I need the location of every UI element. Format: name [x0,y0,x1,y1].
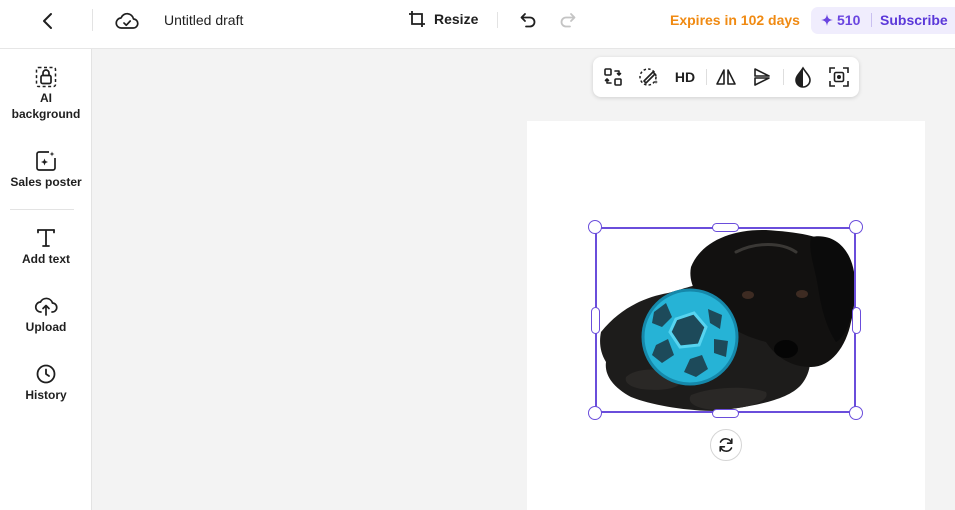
divider [497,12,498,28]
undo-button[interactable] [517,9,539,31]
ai-background-icon [34,65,58,89]
subscribe-button[interactable]: Subscribe [880,12,948,28]
resize-icon [409,11,425,27]
sidebar-item-label: AI background [11,91,81,121]
history-icon [34,362,58,386]
expiry-notice: Expires in 102 days [670,12,800,28]
rotate-icon [719,438,733,452]
remove-background-button[interactable] [637,65,661,89]
sales-poster-icon [34,149,58,173]
cloud-save-button[interactable] [114,8,140,34]
flip-horizontal-icon [716,69,736,85]
resize-handle-top[interactable] [712,223,739,232]
resize-handle-top-right[interactable] [849,220,863,234]
cloud-check-icon [115,12,139,29]
divider [871,13,872,27]
upload-icon [34,294,58,318]
flip-vertical-icon [754,68,770,86]
image-toolbar: HD [593,57,859,97]
sidebar-item-upload[interactable]: Upload [0,294,92,335]
rotate-button[interactable] [710,429,742,461]
divider [92,9,93,31]
selection-frame[interactable] [595,227,856,413]
sidebar-item-sales-poster[interactable]: Sales poster [0,149,92,190]
undo-icon [520,13,536,28]
resize-button[interactable]: Resize [407,9,478,29]
sidebar-item-add-text[interactable]: Add text [0,226,92,267]
resize-handle-top-left[interactable] [588,220,602,234]
text-icon [34,226,58,250]
sidebar-item-ai-background[interactable]: AI background [0,65,92,122]
crop-icon [829,67,849,87]
resize-handle-bottom-left[interactable] [588,406,602,420]
sidebar-item-label: Add text [22,252,70,266]
sidebar-item-label: History [25,388,67,402]
divider [706,69,707,85]
flip-horizontal-button[interactable] [714,65,738,89]
resize-label: Resize [434,11,479,27]
replace-icon [604,68,622,86]
flip-vertical-button[interactable] [750,65,774,89]
left-sidebar: AI background Sales poster Add text Uplo… [0,49,92,510]
resize-handle-right[interactable] [852,307,861,334]
resize-handle-left[interactable] [591,307,600,334]
opacity-button[interactable] [791,65,815,89]
divider [783,69,784,85]
redo-icon [560,13,576,28]
resize-handle-bottom-right[interactable] [849,406,863,420]
top-bar: Untitled draft Resize Expires in 102 day… [0,0,955,49]
sidebar-item-label: Upload [25,320,67,334]
sparkle-icon [821,14,833,26]
sidebar-divider [10,209,74,210]
back-button[interactable] [36,9,60,33]
document-title[interactable]: Untitled draft [164,12,243,28]
sidebar-item-label: Sales poster [10,175,82,189]
crop-button[interactable] [827,65,851,89]
replace-button[interactable] [601,65,625,89]
sidebar-item-history[interactable]: History [0,362,92,403]
remove-background-icon [639,68,658,86]
credits-count: 510 [837,12,861,28]
redo-button[interactable] [557,9,579,31]
resize-handle-bottom[interactable] [712,409,739,418]
chevron-left-icon [43,13,52,29]
credits-button[interactable]: 510 [821,12,860,28]
hd-button[interactable]: HD [671,65,699,89]
opacity-icon [795,66,811,88]
